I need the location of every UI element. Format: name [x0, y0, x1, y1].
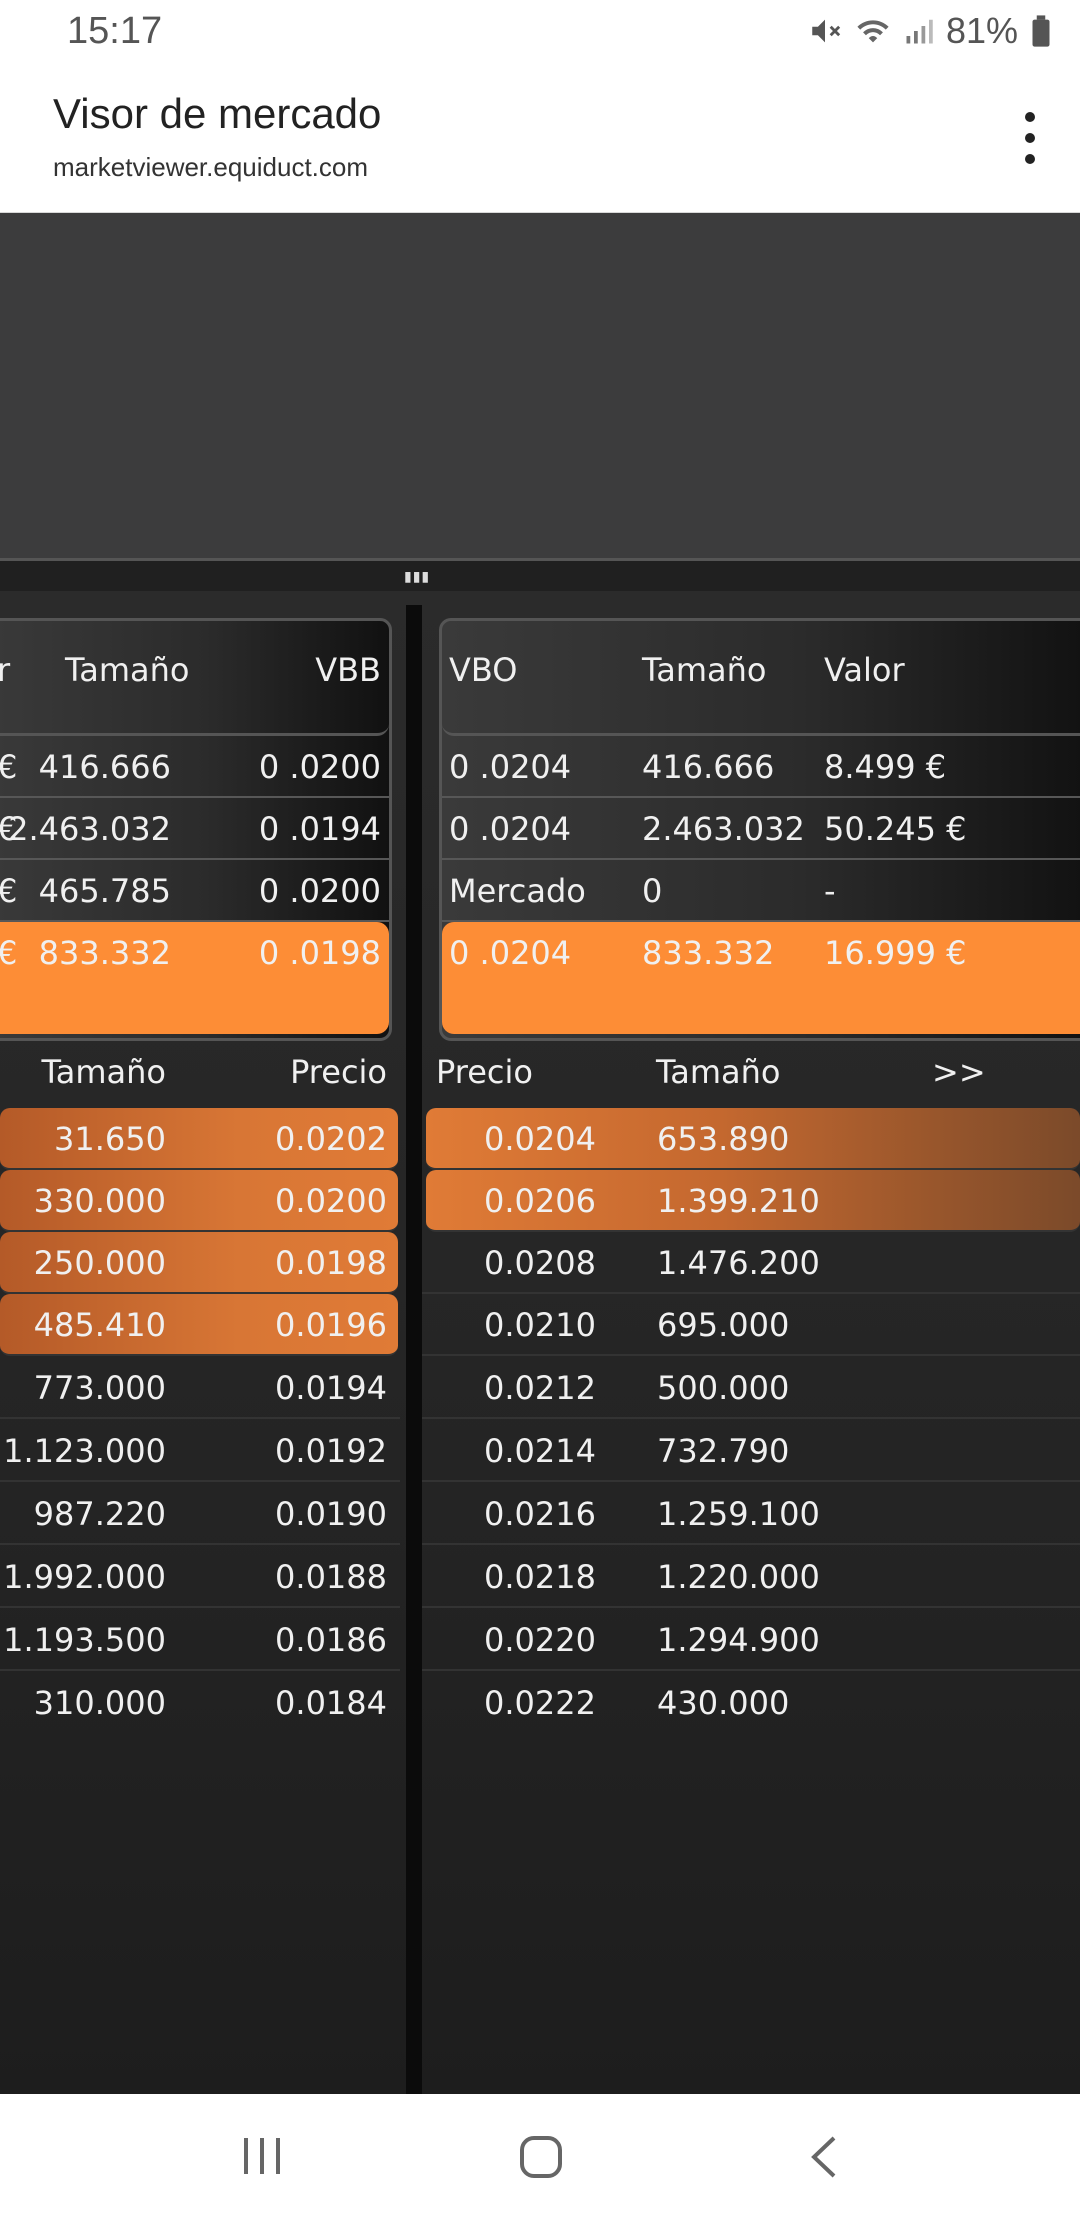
status-icons: 81% [808, 10, 1052, 52]
banner-area [0, 213, 1080, 558]
status-bar: 15:17 81% [0, 0, 1080, 66]
bid-row[interactable]: 330.000 0.0200 [0, 1170, 398, 1232]
col-header-vbo: VBO [449, 651, 518, 689]
ask-summary-panel: VBO Tamaño Valor 0 .0204 416.666 8.499 €… [439, 618, 1080, 1041]
bid-row[interactable]: 987.220 0.0190 [0, 1483, 400, 1545]
signal-icon [906, 19, 933, 44]
panel-splitter[interactable]: ▮▮▮ [0, 558, 1080, 594]
page-url[interactable]: marketviewer.equiduct.com [53, 152, 368, 183]
summary-row: € 465.785 0 .0200 [0, 860, 389, 922]
ask-row[interactable]: 0.0220 1.294.900 [422, 1609, 1080, 1671]
home-icon[interactable] [518, 2134, 564, 2180]
column-divider [406, 605, 422, 2095]
recents-icon[interactable] [240, 2134, 284, 2178]
summary-row: € 416.666 0 .0200 [0, 736, 389, 798]
status-time: 15:17 [67, 10, 163, 52]
summary-row: € 2.463.032 0 .0194 [0, 798, 389, 860]
col-header-size: Tamaño [65, 651, 190, 689]
bid-summary-header: r Tamaño VBB [0, 621, 389, 736]
bid-row[interactable]: 1.193.500 0.0186 [0, 1609, 400, 1671]
bid-row[interactable]: 250.000 0.0198 [0, 1232, 398, 1294]
bid-book-header: Tamaño Precio [0, 1043, 400, 1101]
ask-summary-header: VBO Tamaño Valor [442, 621, 1080, 736]
ask-row[interactable]: 0.0218 1.220.000 [422, 1546, 1080, 1608]
mute-icon [812, 19, 841, 43]
ask-row[interactable]: 0.0216 1.259.100 [422, 1483, 1080, 1545]
col-header-size: Tamaño [642, 651, 767, 689]
bid-row[interactable]: 310.000 0.0184 [0, 1672, 400, 1734]
col-header-size: Tamaño [656, 1053, 781, 1091]
col-header-price: Precio [436, 1053, 533, 1091]
more-vert-icon[interactable] [1020, 112, 1040, 164]
summary-row: 0 .0204 416.666 8.499 € [442, 736, 1080, 798]
browser-app-bar: Visor de mercado marketviewer.equiduct.c… [0, 66, 1080, 215]
bid-row[interactable]: 1.992.000 0.0188 [0, 1546, 400, 1608]
expand-columns-button[interactable]: >> [932, 1053, 986, 1091]
bid-row[interactable]: 31.650 0.0202 [0, 1108, 398, 1170]
bid-row[interactable]: 485.410 0.0196 [0, 1294, 398, 1356]
ask-row[interactable]: 0.0212 500.000 [422, 1357, 1080, 1419]
wifi-icon [857, 20, 889, 43]
battery-level: 81% [945, 10, 1018, 51]
ask-row[interactable]: 0.0206 1.399.210 [426, 1170, 1080, 1232]
summary-row: 0 .0204 2.463.032 50.245 € [442, 798, 1080, 860]
back-icon[interactable] [806, 2134, 842, 2180]
ask-row[interactable]: 0.0210 695.000 [422, 1294, 1080, 1356]
summary-row-highlight: € 833.332 0 .0198 [0, 922, 389, 1034]
ask-row[interactable]: 0.0204 653.890 [426, 1108, 1080, 1170]
battery-icon [1032, 15, 1050, 47]
ask-row[interactable]: 0.0222 430.000 [422, 1672, 1080, 1734]
col-header-price: Precio [290, 1053, 387, 1091]
page-title: Visor de mercado [53, 90, 382, 137]
summary-row: Mercado 0 - [442, 860, 1080, 922]
col-header-partial: r [0, 651, 10, 689]
ask-row[interactable]: 0.0214 732.790 [422, 1420, 1080, 1482]
col-header-size: Tamaño [41, 1053, 167, 1091]
bid-row[interactable]: 773.000 0.0194 [0, 1357, 400, 1419]
system-nav-bar [0, 2094, 1080, 2220]
ask-row[interactable]: 0.0208 1.476.200 [422, 1232, 1080, 1294]
bid-row[interactable]: 1.123.000 0.0192 [0, 1420, 400, 1482]
col-header-value: Valor [824, 651, 905, 689]
col-header-vbb: VBB [315, 651, 381, 689]
ask-book-header: Precio Tamaño >> [422, 1043, 1080, 1101]
grip-icon[interactable]: ▮▮▮ [404, 569, 430, 585]
bid-summary-panel: r Tamaño VBB € 416.666 0 .0200 € 2.463.0… [0, 618, 392, 1041]
summary-row-highlight: 0 .0204 833.332 16.999 € [442, 922, 1080, 1034]
